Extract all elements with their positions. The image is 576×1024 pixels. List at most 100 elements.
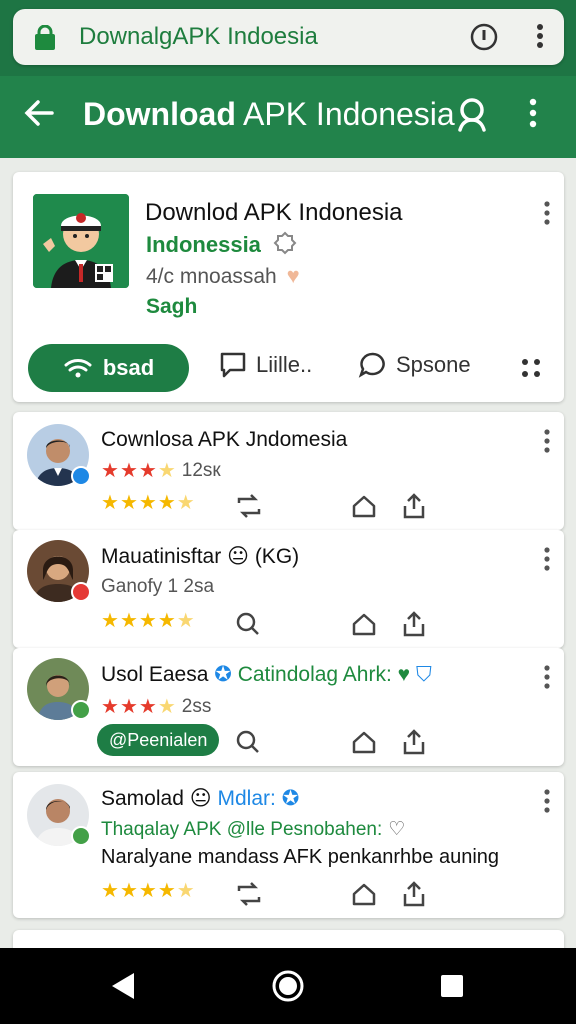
verified-badge-icon (273, 231, 297, 255)
platform-badge-icon (71, 582, 91, 602)
verified-badge-icon: ✪ (281, 787, 300, 810)
rating-stars: ★ ★ ★ ★ (101, 696, 176, 718)
reviewer-suffix: (KG) (254, 545, 300, 568)
shield-check-icon: ⛉ (415, 663, 432, 686)
browser-toolbar: DownalgAPK Indoesia (0, 0, 576, 76)
home-icon[interactable] (351, 611, 377, 637)
share-icon[interactable] (401, 728, 427, 756)
review-meta: 2ss (181, 695, 212, 717)
review-item[interactable]: Cownlosa APK Jndomesia ★ ★ ★ ★ 12sк ★ ★ ★ ★ ★ (13, 412, 564, 530)
category-tag[interactable]: Sagh (146, 295, 197, 319)
title-light: APK Indonesia (243, 96, 455, 132)
review-actions-row: ★ ★ ★ ★ ★ (101, 490, 195, 515)
more-vert-icon[interactable] (542, 664, 552, 695)
share-action[interactable]: Spsone (358, 350, 471, 380)
comment-icon (220, 352, 246, 378)
apps-grid-icon[interactable] (519, 356, 543, 385)
page-title: Download APK Indonesia (83, 96, 455, 133)
reviewer-name: Usol Eaesa (101, 663, 209, 686)
chat-bubble-icon (358, 352, 385, 378)
heart-icon: ♥ (397, 663, 411, 686)
review-tag-pill[interactable]: @Peenialen (97, 724, 220, 756)
reviewer-name: Cownlosa APK Jndomesia (101, 428, 348, 451)
app-title: Downlod APK Indonesia (145, 199, 403, 226)
content-scroll[interactable]: Downlod APK Indonesia Indonessia 4/c mno… (0, 158, 576, 948)
more-vert-icon[interactable] (542, 546, 552, 577)
reviewer-name: Mauatinisftar (101, 545, 222, 568)
platform-badge-icon (71, 826, 91, 846)
review-icons (235, 610, 427, 638)
reviewer-name-row: Samolad 😐 Mdlar: ✪ (101, 786, 299, 811)
app-icon[interactable] (33, 194, 129, 288)
more-vert-icon[interactable] (526, 96, 540, 135)
platform-badge-icon (71, 700, 91, 720)
review-item-partial[interactable] (13, 930, 564, 948)
url-bar[interactable]: DownalgAPK Indoesia (13, 9, 564, 65)
share-icon[interactable] (401, 492, 427, 520)
rating-stars: ★ ★ ★ ★ (101, 460, 176, 482)
app-header: Download APK Indonesia (0, 76, 576, 158)
more-vert-icon[interactable] (542, 200, 552, 231)
review-item[interactable]: Mauatinisftar 😐 (KG) Ganofy 1 2sa ★ ★ ★ ★ ★ (13, 530, 564, 648)
home-icon[interactable] (351, 881, 377, 907)
nav-home-icon[interactable] (270, 968, 306, 1009)
app-detail-card: Downlod APK Indonesia Indonessia 4/c mno… (13, 172, 564, 402)
like-action[interactable]: Liille.. (218, 350, 312, 380)
review-icons (235, 880, 427, 908)
review-actions-row: ★ ★ ★ ★ ★ (101, 878, 195, 903)
more-vert-icon[interactable] (542, 788, 552, 819)
rating-stars: ★ ★ ★ ★ ★ (101, 610, 195, 632)
review-item[interactable]: Samolad 😐 Mdlar: ✪ Thaqalay APK @lle Pes… (13, 772, 564, 918)
developer-label: Indonessia (146, 232, 261, 257)
app-meta: 4/c mnoassah ♥ (146, 263, 300, 289)
rating-stars: ★ ★ ★ ★ ★ (101, 880, 195, 902)
meta-text: 4/c mnoassah (146, 265, 277, 288)
mention[interactable]: Mdlar: (217, 787, 275, 810)
heart-icon: ♥ (286, 263, 300, 288)
review-icons (235, 492, 427, 520)
review-icons (235, 728, 427, 756)
review-rating-row: ★ ★ ★ ★ 2ss (101, 694, 211, 719)
install-button[interactable]: bsad (28, 344, 189, 392)
more-vert-icon[interactable] (533, 21, 547, 56)
heart-icon: ♡ (388, 819, 406, 840)
share-icon[interactable] (401, 880, 427, 908)
back-arrow-icon[interactable] (22, 96, 56, 135)
verified-badge-icon: ✪ (214, 663, 232, 686)
info-icon[interactable] (469, 22, 499, 57)
review-line-1: Thaqalay APK @lle Pesnobahen: (101, 818, 383, 840)
search-icon[interactable] (235, 729, 261, 755)
wifi-icon (64, 359, 92, 378)
linked-app[interactable]: Catindolag Ahrk: (238, 663, 392, 686)
repost-icon[interactable] (235, 881, 263, 907)
review-meta: Ganofy 1 2sa (101, 576, 215, 597)
reviewer-name-row: Usol Eaesa ✪ Catindolag Ahrk: ♥ ⛉ (101, 662, 432, 687)
search-icon[interactable] (452, 94, 492, 139)
system-nav-bar (0, 948, 576, 1024)
review-rating-row: ★ ★ ★ ★ 12sк (101, 458, 221, 483)
home-icon[interactable] (351, 493, 377, 519)
reviewer-name-row: Mauatinisftar 😐 (KG) (101, 544, 299, 569)
home-icon[interactable] (351, 729, 377, 755)
review-subline: Thaqalay APK @lle Pesnobahen: ♡ (101, 818, 405, 841)
like-label: Liille.. (256, 352, 313, 377)
nav-back-icon[interactable] (108, 970, 138, 1007)
share-label: Spsone (396, 352, 471, 377)
share-icon[interactable] (401, 610, 427, 638)
title-bold: Download (83, 96, 236, 132)
developer-name[interactable]: Indonessia (146, 231, 297, 258)
url-text[interactable]: DownalgAPK Indoesia (79, 23, 318, 51)
review-item[interactable]: Usol Eaesa ✪ Catindolag Ahrk: ♥ ⛉ ★ ★ ★ ★ 2… (13, 648, 564, 766)
install-label: bsad (102, 355, 155, 380)
emoji-icon: 😐 (189, 787, 212, 810)
review-actions-row: ★ ★ ★ ★ ★ (101, 608, 195, 633)
rating-stars: ★ ★ ★ ★ ★ (101, 492, 195, 514)
emoji-icon: 😐 (227, 545, 249, 568)
repost-icon[interactable] (235, 493, 263, 519)
search-icon[interactable] (235, 611, 261, 637)
review-meta: 12sк (181, 459, 221, 481)
review-body: Naralyane mandass AFK penkanrhbe auning (101, 846, 500, 868)
more-vert-icon[interactable] (542, 428, 552, 459)
nav-recents-icon[interactable] (440, 974, 464, 1003)
platform-badge-icon (71, 466, 91, 486)
